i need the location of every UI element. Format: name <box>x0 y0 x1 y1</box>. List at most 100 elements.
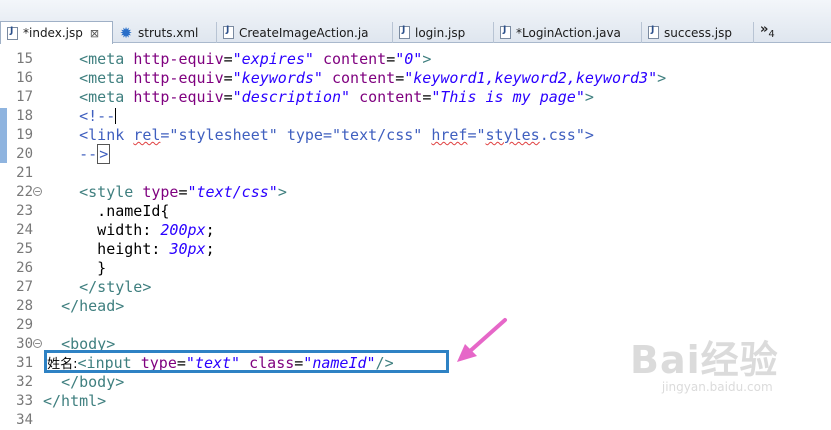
tab-createimageaction[interactable]: CreateImageAction.ja <box>217 22 393 43</box>
code-token: = <box>223 88 233 106</box>
tab-label: CreateImageAction.ja <box>239 25 369 40</box>
code-token: content <box>359 88 423 106</box>
line-number: 23 <box>16 203 33 219</box>
watermark-brand: Bai经验 <box>630 338 779 382</box>
code-text: height: 30px; <box>43 240 215 259</box>
code-line[interactable]: 23 .nameId{ <box>0 202 831 221</box>
gear-icon: ✹ <box>119 23 133 42</box>
code-line[interactable]: 17 <meta http-equiv="description" conten… <box>0 88 831 107</box>
code-token: > <box>422 50 432 68</box>
code-token: "description" <box>232 88 351 106</box>
code-text: width: 200px; <box>43 221 215 240</box>
line-number: 29 <box>16 317 33 333</box>
code-token: = <box>223 50 233 68</box>
code-token: http-equiv <box>133 50 224 68</box>
code-token: = <box>178 183 188 201</box>
code-line[interactable]: 34 <box>0 411 831 430</box>
code-token: height: <box>43 240 170 258</box>
line-number: 24 <box>16 222 33 238</box>
code-line[interactable]: 21 <box>0 164 831 183</box>
fold-toggle-icon[interactable]: − <box>33 187 42 196</box>
code-token: -- <box>79 145 98 163</box>
line-number: 16 <box>16 70 33 86</box>
code-text: </style> <box>43 278 151 297</box>
tab-login-jsp[interactable]: login.jsp <box>393 22 494 43</box>
close-icon[interactable]: ⊠ <box>90 27 99 40</box>
java-file-icon <box>500 25 511 39</box>
line-number: 15 <box>16 51 33 67</box>
tab-index-jsp[interactable]: *index.jsp ⊠ <box>0 21 113 44</box>
fold-toggle-icon[interactable]: − <box>33 339 42 348</box>
java-file-icon <box>223 25 234 39</box>
code-token: ; <box>205 221 215 239</box>
code-token: "keywords" <box>232 69 323 87</box>
code-text: <style type="text/css"> <box>43 183 287 202</box>
code-token: type <box>142 183 179 201</box>
code-line[interactable]: 25 height: 30px; <box>0 240 831 259</box>
code-line[interactable]: 26 } <box>0 259 831 278</box>
line-number: 34 <box>16 412 33 428</box>
editor-tab-bar: *index.jsp ⊠ ✹ struts.xml CreateImageAct… <box>0 0 831 44</box>
code-token: "text/css" <box>187 183 278 201</box>
code-text: } <box>43 259 106 278</box>
line-number: 33 <box>16 393 33 409</box>
code-text: <meta http-equiv="keywords" content="key… <box>43 69 666 88</box>
code-line[interactable]: 20 -- > <box>0 144 831 164</box>
tab-struts-xml[interactable]: ✹ struts.xml <box>113 22 217 43</box>
line-number: 26 <box>16 260 33 276</box>
line-number: 21 <box>16 165 33 181</box>
code-line[interactable]: 16 <meta http-equiv="keywords" content="… <box>0 69 831 88</box>
code-line[interactable]: 22− <style type="text/css"> <box>0 183 831 202</box>
code-line[interactable]: 15 <meta http-equiv="expires" content="0… <box>0 50 831 69</box>
line-number: 19 <box>16 127 33 143</box>
code-token: 200px <box>160 221 206 239</box>
code-line[interactable]: 28 </head> <box>0 297 831 316</box>
hidden-tab-count: 4 <box>768 29 775 40</box>
code-token: <meta <box>79 50 134 68</box>
line-number: 25 <box>16 241 33 257</box>
code-text: <meta http-equiv="description" content="… <box>43 88 594 107</box>
line-number: 27 <box>16 279 33 295</box>
tab-overflow-button[interactable]: »4 <box>760 22 775 40</box>
code-token: content <box>332 69 396 87</box>
tab-label: *index.jsp <box>23 26 83 40</box>
tab-loginaction-java[interactable]: *LoginAction.java <box>494 22 642 43</box>
code-token: = <box>223 69 233 87</box>
line-number: 32 <box>16 374 33 390</box>
jsp-file-icon <box>7 26 18 40</box>
watermark-site: jingyan.baidu.com <box>661 380 773 394</box>
code-token: <style <box>79 183 143 201</box>
code-line[interactable]: 27 </style> <box>0 278 831 297</box>
code-line[interactable]: 24 width: 200px; <box>0 221 831 240</box>
line-number: 31 <box>16 355 33 371</box>
code-token: "This is my page" <box>431 88 585 106</box>
code-token: > <box>584 88 594 106</box>
code-line[interactable]: 33 </html> <box>0 392 831 411</box>
code-line[interactable]: 19 <link rel="stylesheet" type="text/css… <box>0 126 831 145</box>
code-token: </style> <box>79 278 152 296</box>
code-token: <meta <box>79 88 134 106</box>
code-token: content <box>322 50 387 68</box>
code-token: > <box>277 183 287 201</box>
code-token: </html> <box>43 392 107 410</box>
code-text: <meta http-equiv="expires" content="0"> <box>43 50 431 69</box>
code-token: </body> <box>61 373 125 391</box>
code-text: </html> <box>43 392 106 411</box>
code-token: 30px <box>169 240 206 258</box>
tab-success-jsp[interactable]: success.jsp <box>642 22 754 43</box>
code-token: } <box>43 259 107 277</box>
code-token: ; <box>205 240 215 258</box>
code-line[interactable]: 29 <box>0 316 831 335</box>
code-line[interactable]: 18 <!-- <box>0 107 831 126</box>
line-number: 22 <box>16 184 33 200</box>
